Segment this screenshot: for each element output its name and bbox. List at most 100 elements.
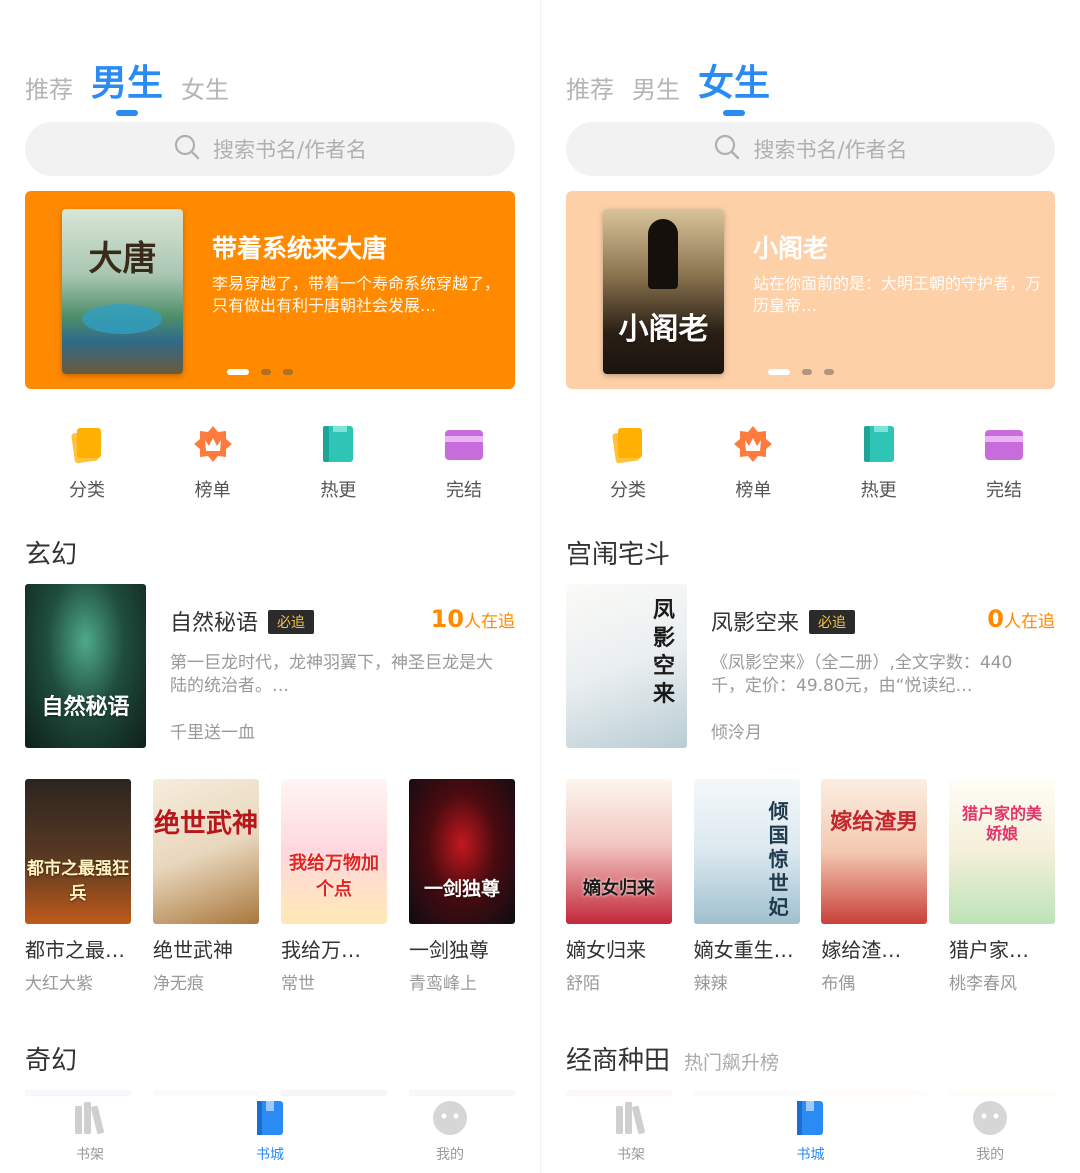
shortcut-hot-update[interactable]: 热更 xyxy=(854,424,904,502)
category-shortcuts: 分类 榜单 热更 完结 xyxy=(566,424,1055,502)
tabbar-bookshelf[interactable]: 书架 xyxy=(591,1100,671,1164)
search-placeholder: 搜索书名/作者名 xyxy=(753,138,908,162)
completed-icon xyxy=(444,424,484,464)
banner-description: 李易穿越了，带着一个寿命系统穿越了，只有做出有利于唐朝社会发展… xyxy=(212,274,501,315)
bottom-tab-bar: 书架 书城 我的 xyxy=(0,1090,540,1173)
bottom-tab-bar: 书架 书城 我的 xyxy=(541,1090,1080,1173)
book-card[interactable]: 猎户家的美娇娘 猎户家… 桃李春风 xyxy=(948,779,1055,994)
featured-book-cover: 自然秘语 xyxy=(25,584,146,748)
book-card[interactable]: 绝世武神 绝世武神 净无痕 xyxy=(153,779,259,994)
tab-recommend[interactable]: 推荐 xyxy=(566,70,614,110)
channel-tabs: 推荐 男生 女生 xyxy=(566,50,788,116)
featured-book-title: 自然秘语 必追 xyxy=(170,605,315,637)
category-icon xyxy=(67,424,107,464)
shortcut-label: 榜单 xyxy=(735,480,772,501)
book-title: 都市之最… xyxy=(25,938,125,962)
tabbar-bookstore[interactable]: 书城 xyxy=(770,1100,850,1164)
featured-book[interactable]: 自然秘语 自然秘语 必追 10人在追 第一巨龙时代，龙神羽翼下，神圣巨龙是大陆的统… xyxy=(25,584,515,748)
search-input[interactable]: 搜索书名/作者名 xyxy=(25,122,515,176)
book-author: 净无痕 xyxy=(153,974,204,994)
book-cover: 我给万物加个点 xyxy=(281,779,387,924)
search-input[interactable]: 搜索书名/作者名 xyxy=(566,122,1055,176)
tab-female[interactable]: 女生 xyxy=(181,70,229,110)
featured-book-author: 倾泠月 xyxy=(711,723,762,743)
tabbar-bookstore[interactable]: 书城 xyxy=(230,1100,310,1164)
ranking-icon xyxy=(733,424,773,464)
book-cover: 猎户家的美娇娘 xyxy=(948,779,1055,924)
category-icon xyxy=(608,424,648,464)
tabbar-label: 我的 xyxy=(976,1147,1005,1163)
book-card[interactable]: 倾国惊世妃 嫡女重生… 辣辣 xyxy=(693,779,800,994)
tab-female[interactable]: 女生 xyxy=(698,58,770,116)
featured-book[interactable]: 凤影空来 凤影空来 必追 0人在追 《凤影空来》（全二册）,全文字数：440千，定… xyxy=(566,584,1055,748)
promo-banner[interactable]: 小阁老 小阁老 站在你面前的是：大明王朝的守护者，万历皇帝… xyxy=(566,191,1055,389)
banner-title: 小阁老 xyxy=(753,234,829,263)
book-author: 舒陌 xyxy=(566,974,600,994)
book-cover: 绝世武神 xyxy=(153,779,259,924)
book-cover-title: 嫁给渣男 xyxy=(830,809,919,835)
shortcut-hot-update[interactable]: 热更 xyxy=(313,424,363,502)
book-card[interactable]: 嫡女归来 嫡女归来 舒陌 xyxy=(566,779,672,994)
book-cover-title: 嫡女归来 xyxy=(583,878,655,899)
tabbar-label: 我的 xyxy=(436,1147,464,1163)
shortcut-ranking[interactable]: 榜单 xyxy=(728,424,778,502)
book-cover-title: 我给万物加个点 xyxy=(289,853,379,900)
carousel-dot xyxy=(227,369,249,375)
book-cover: 倾国惊世妃 xyxy=(693,779,800,924)
shortcut-label: 热更 xyxy=(320,480,357,501)
book-cover-title: 都市之最强狂兵 xyxy=(27,859,129,904)
promo-banner[interactable]: 大唐 带着系统来大唐 李易穿越了，带着一个寿命系统穿越了，只有做出有利于唐朝社会… xyxy=(25,191,515,389)
tab-recommend[interactable]: 推荐 xyxy=(25,70,73,110)
profile-icon xyxy=(432,1100,468,1136)
book-title: 绝世武神 xyxy=(153,938,233,962)
bookstore-icon xyxy=(252,1100,288,1136)
tabbar-label: 书城 xyxy=(796,1147,825,1163)
book-card[interactable]: 一剑独尊 一剑独尊 青鸾峰上 xyxy=(409,779,515,994)
book-title: 嫡女归来 xyxy=(566,938,646,962)
tabbar-profile[interactable]: 我的 xyxy=(410,1100,490,1164)
shortcut-completed[interactable]: 完结 xyxy=(439,424,489,502)
carousel-dot xyxy=(261,369,271,375)
book-card[interactable]: 我给万物加个点 我给万… 常世 xyxy=(281,779,387,994)
book-cover: 都市之最强狂兵 xyxy=(25,779,131,924)
tabbar-profile[interactable]: 我的 xyxy=(950,1100,1030,1164)
must-read-badge: 必追 xyxy=(268,610,315,634)
search-placeholder: 搜索书名/作者名 xyxy=(212,138,368,162)
tabbar-bookshelf[interactable]: 书架 xyxy=(50,1100,130,1164)
carousel-dot xyxy=(768,369,790,375)
shortcut-category[interactable]: 分类 xyxy=(603,424,653,502)
shortcut-ranking[interactable]: 榜单 xyxy=(188,424,238,502)
featured-book-description: 第一巨龙时代，龙神羽翼下，神圣巨龙是大陆的统治者。… xyxy=(170,653,493,696)
book-cover: 一剑独尊 xyxy=(409,779,515,924)
book-author: 常世 xyxy=(281,974,315,994)
book-title: 我给万… xyxy=(281,938,361,962)
category-shortcuts: 分类 榜单 热更 完结 xyxy=(25,424,515,502)
reader-count: 0人在追 xyxy=(987,605,1055,633)
book-cover-title: 一剑独尊 xyxy=(423,878,500,900)
book-title: 猎户家… xyxy=(948,938,1029,962)
hot-update-icon xyxy=(318,424,358,464)
must-read-badge: 必追 xyxy=(809,610,856,634)
book-card[interactable]: 都市之最强狂兵 都市之最… 大红大紫 xyxy=(25,779,131,994)
shortcut-label: 分类 xyxy=(69,480,105,501)
banner-cover-title: 小阁老 xyxy=(618,312,709,347)
bookstore-screen-female: 推荐 男生 女生 搜索书名/作者名 小阁老 小阁老 站在你面前的是：大明王朝的守… xyxy=(540,0,1080,1173)
bookshelf-icon xyxy=(613,1100,649,1136)
shortcut-label: 完结 xyxy=(445,480,482,501)
featured-cover-title: 自然秘语 xyxy=(41,694,130,720)
book-cover-title: 绝世武神 xyxy=(153,809,258,839)
tab-male[interactable]: 男生 xyxy=(632,70,680,110)
book-author: 青鸾峰上 xyxy=(409,974,477,994)
book-card[interactable]: 嫁给渣男 嫁给渣… 布偶 xyxy=(821,779,928,994)
book-title: 嫁给渣… xyxy=(821,938,902,962)
featured-book-author: 千里送一血 xyxy=(170,723,255,743)
book-author: 桃李春风 xyxy=(948,974,1017,994)
shortcut-label: 分类 xyxy=(610,480,646,501)
book-cover: 嫁给渣男 xyxy=(821,779,928,924)
shortcut-category[interactable]: 分类 xyxy=(62,424,112,502)
shortcut-completed[interactable]: 完结 xyxy=(979,424,1029,502)
book-cover-title: 猎户家的美娇娘 xyxy=(961,804,1042,843)
tabbar-label: 书架 xyxy=(616,1147,645,1163)
tab-male[interactable]: 男生 xyxy=(91,58,163,116)
tabbar-label: 书城 xyxy=(256,1147,284,1163)
